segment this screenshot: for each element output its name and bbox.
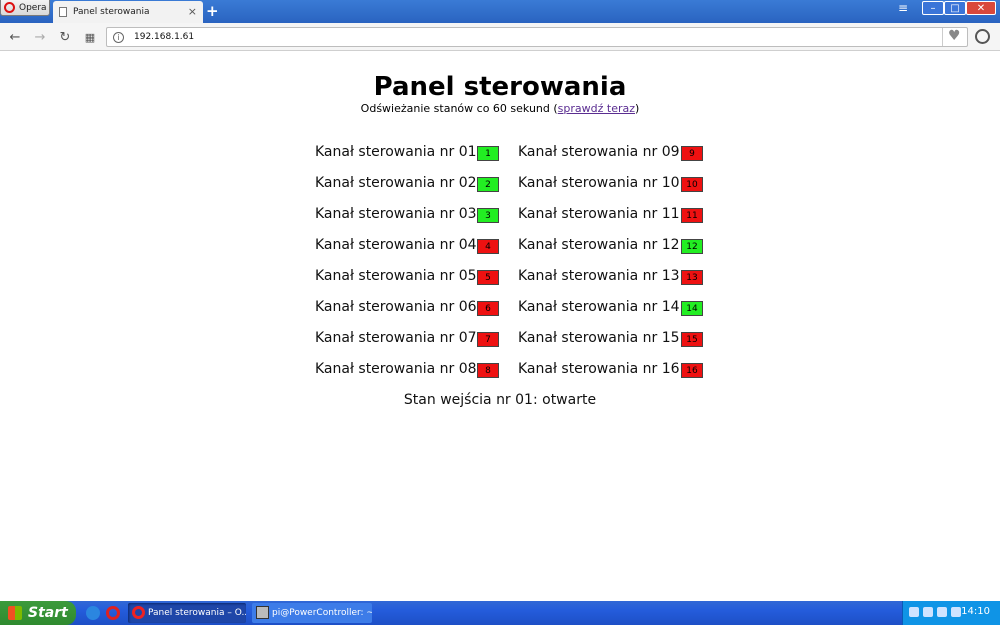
channel-row: Kanał sterowania nr 15: 15 <box>518 328 708 352</box>
channel-row: Kanał sterowania nr 04: 4 <box>315 235 505 259</box>
refresh-prefix: Odświeżanie stanów co 60 sekund ( <box>360 102 558 115</box>
taskbar-item-opera[interactable]: Panel sterowania – O... <box>128 603 246 623</box>
volume-icon[interactable] <box>937 607 947 617</box>
channel-toggle-button[interactable]: 1 <box>477 146 499 161</box>
close-window-button[interactable]: ✕ <box>966 1 996 15</box>
opera-logo-icon <box>4 2 15 13</box>
input-state-text: Stan wejścia nr 01: otwarte <box>403 392 597 408</box>
channel-row: Kanał sterowania nr 01: 1 <box>315 142 505 166</box>
speed-dial-icon[interactable]: ▦ <box>81 28 99 46</box>
channel-toggle-button[interactable]: 15 <box>681 332 703 347</box>
channel-row: Kanał sterowania nr 11: 11 <box>518 204 708 228</box>
minimize-button[interactable]: – <box>922 1 944 15</box>
channel-label: Kanał sterowania nr 11: <box>518 206 685 222</box>
channel-row: Kanał sterowania nr 16: 16 <box>518 359 708 383</box>
channel-toggle-button[interactable]: 8 <box>477 363 499 378</box>
channel-label: Kanał sterowania nr 13: <box>518 268 685 284</box>
taskbar: Start Panel sterowania – O... pi@PowerCo… <box>0 601 1000 625</box>
channel-row: Kanał sterowania nr 13: 13 <box>518 266 708 290</box>
page-content: Panel sterowania Odświeżanie stanów co 6… <box>0 52 1000 601</box>
channel-toggle-button[interactable]: 2 <box>477 177 499 192</box>
windows-flag-icon <box>8 606 22 620</box>
start-label: Start <box>28 605 68 621</box>
url-text: 192.168.1.61 <box>134 32 195 42</box>
page-icon <box>59 7 67 17</box>
channel-row: Kanał sterowania nr 10: 10 <box>518 173 708 197</box>
url-divider <box>942 28 943 46</box>
channel-toggle-button[interactable]: 7 <box>477 332 499 347</box>
channel-label: Kanał sterowania nr 12: <box>518 237 685 253</box>
opera-icon <box>132 606 145 619</box>
channel-label: Kanał sterowania nr 01: <box>315 144 482 160</box>
channel-row: Kanał sterowania nr 07: 7 <box>315 328 505 352</box>
clock: 14:10 <box>961 606 990 617</box>
channel-label: Kanał sterowania nr 07: <box>315 330 482 346</box>
internet-explorer-icon[interactable] <box>86 606 100 620</box>
channel-toggle-button[interactable]: 4 <box>477 239 499 254</box>
reload-icon[interactable]: ↻ <box>56 28 74 46</box>
forward-icon[interactable]: → <box>31 28 49 46</box>
channel-row: Kanał sterowania nr 03: 3 <box>315 204 505 228</box>
channel-toggle-button[interactable]: 5 <box>477 270 499 285</box>
channel-label: Kanał sterowania nr 06: <box>315 299 482 315</box>
url-input[interactable]: i 192.168.1.61 <box>106 27 968 47</box>
channel-row: Kanał sterowania nr 02: 2 <box>315 173 505 197</box>
channel-toggle-button[interactable]: 10 <box>681 177 703 192</box>
channel-toggle-button[interactable]: 9 <box>681 146 703 161</box>
safely-remove-icon[interactable] <box>951 607 961 617</box>
channel-label: Kanał sterowania nr 15: <box>518 330 685 346</box>
channel-toggle-button[interactable]: 14 <box>681 301 703 316</box>
channel-row: Kanał sterowania nr 05: 5 <box>315 266 505 290</box>
back-icon[interactable]: ← <box>6 28 24 46</box>
putty-icon <box>256 606 269 619</box>
browser-tab-bar: Opera Panel sterowania × + ≡ – □ ✕ <box>0 0 1000 23</box>
address-bar: ← → ↻ ▦ i 192.168.1.61 ♥ <box>0 23 1000 51</box>
new-tab-button[interactable]: + <box>206 2 219 20</box>
channel-label: Kanał sterowania nr 04: <box>315 237 482 253</box>
channel-label: Kanał sterowania nr 05: <box>315 268 482 284</box>
refresh-info: Odświeżanie stanów co 60 sekund (sprawdź… <box>0 102 1000 115</box>
channel-row: Kanał sterowania nr 14: 14 <box>518 297 708 321</box>
easy-setup-icon[interactable]: ≡ <box>892 1 914 15</box>
channel-row: Kanał sterowania nr 12: 12 <box>518 235 708 259</box>
system-tray: 14:10 <box>902 601 1000 625</box>
security-icon[interactable] <box>923 607 933 617</box>
network-icon[interactable] <box>909 607 919 617</box>
site-info-icon[interactable]: i <box>113 31 124 43</box>
page-title: Panel sterowania <box>373 72 627 102</box>
opera-menu-button[interactable]: Opera <box>0 0 50 16</box>
channel-label: Kanał sterowania nr 09: <box>518 144 685 160</box>
channel-row: Kanał sterowania nr 09: 9 <box>518 142 708 166</box>
maximize-button[interactable]: □ <box>944 1 966 15</box>
start-button[interactable]: Start <box>0 601 76 625</box>
refresh-suffix: ) <box>635 102 640 115</box>
tab-title: Panel sterowania <box>73 7 150 17</box>
channel-toggle-button[interactable]: 16 <box>681 363 703 378</box>
taskbar-item-label: Panel sterowania – O... <box>148 608 246 618</box>
channel-label: Kanał sterowania nr 03: <box>315 206 482 222</box>
taskbar-item-putty[interactable]: pi@PowerController: ~ <box>252 603 372 623</box>
channel-toggle-button[interactable]: 11 <box>681 208 703 223</box>
check-now-link[interactable]: sprawdź teraz <box>558 102 635 115</box>
channel-toggle-button[interactable]: 13 <box>681 270 703 285</box>
channel-row: Kanał sterowania nr 08: 8 <box>315 359 505 383</box>
channel-toggle-button[interactable]: 6 <box>477 301 499 316</box>
channel-toggle-button[interactable]: 3 <box>477 208 499 223</box>
account-icon[interactable] <box>975 29 990 44</box>
channel-label: Kanał sterowania nr 16: <box>518 361 685 377</box>
taskbar-item-label: pi@PowerController: ~ <box>272 608 372 618</box>
channel-label: Kanał sterowania nr 02: <box>315 175 482 191</box>
channel-toggle-button[interactable]: 12 <box>681 239 703 254</box>
channel-label: Kanał sterowania nr 08: <box>315 361 482 377</box>
opera-menu-label: Opera <box>19 2 47 13</box>
channel-row: Kanał sterowania nr 06: 6 <box>315 297 505 321</box>
bookmark-heart-icon[interactable]: ♥ <box>948 28 961 44</box>
opera-quicklaunch-icon[interactable] <box>106 606 120 620</box>
channel-label: Kanał sterowania nr 10: <box>518 175 685 191</box>
tab-close-icon[interactable]: × <box>188 5 197 18</box>
tab-panel-sterowania[interactable]: Panel sterowania × <box>53 1 203 23</box>
channel-label: Kanał sterowania nr 14: <box>518 299 685 315</box>
